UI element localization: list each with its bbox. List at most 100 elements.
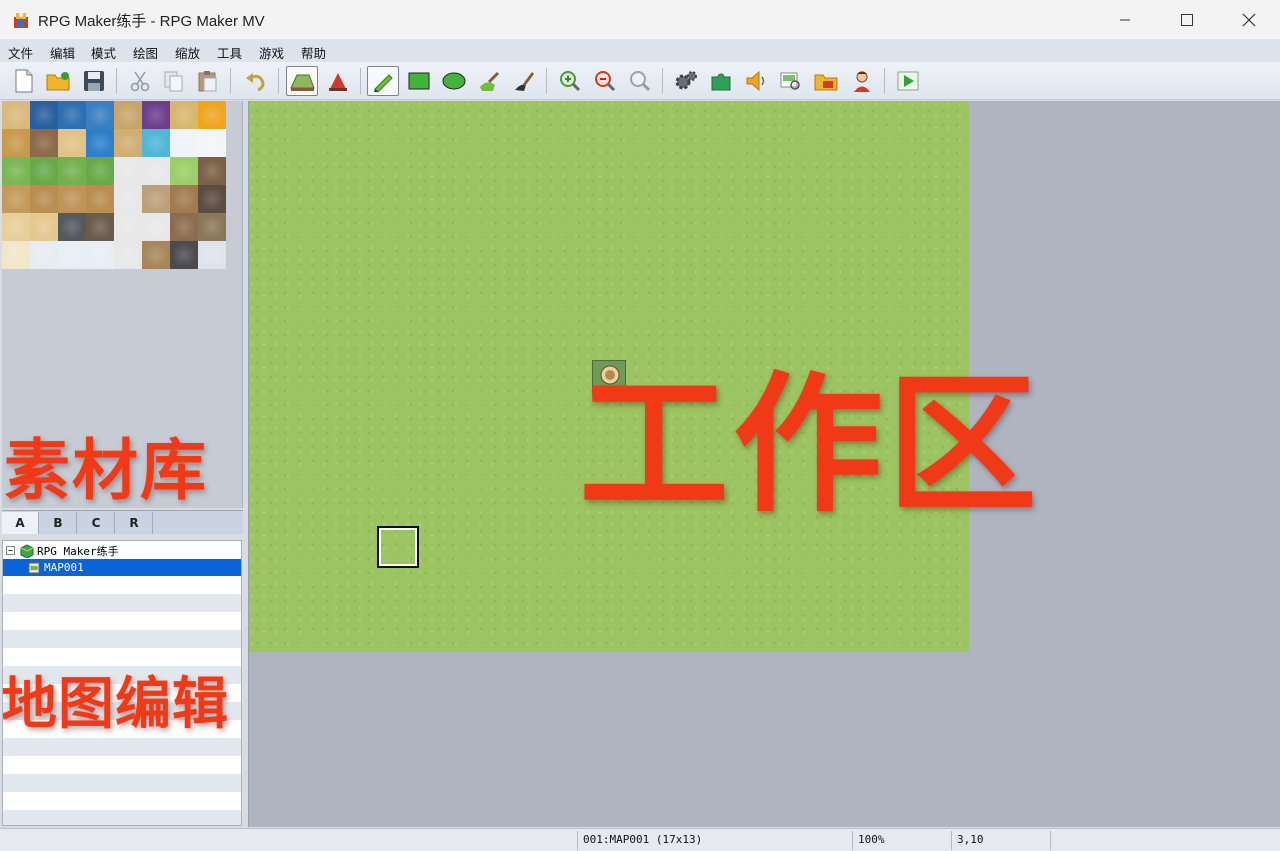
tile[interactable] <box>142 185 170 213</box>
open-project-icon <box>46 72 70 91</box>
tile[interactable] <box>114 157 142 185</box>
map-mode-button[interactable] <box>286 66 318 96</box>
copy-button[interactable] <box>158 66 190 96</box>
event-searcher-button[interactable] <box>775 66 807 96</box>
zoom-in-button[interactable] <box>554 66 586 96</box>
open-project-button[interactable] <box>42 66 74 96</box>
tile[interactable] <box>58 213 86 241</box>
playtest-button[interactable] <box>892 66 924 96</box>
close-button[interactable] <box>1218 0 1280 40</box>
tile[interactable] <box>86 241 114 269</box>
tile[interactable] <box>2 213 30 241</box>
tile[interactable] <box>86 185 114 213</box>
sound-test-button[interactable] <box>740 66 772 96</box>
tile[interactable] <box>198 157 226 185</box>
menu-mode[interactable]: 模式 <box>91 43 116 62</box>
menu-file[interactable]: 文件 <box>8 43 33 62</box>
tile[interactable] <box>114 129 142 157</box>
menu-tools[interactable]: 工具 <box>217 43 242 62</box>
tile[interactable] <box>30 157 58 185</box>
shadow-pen-button[interactable] <box>508 66 540 96</box>
tile-palette[interactable]: 素材库 <box>2 101 243 508</box>
collapse-icon[interactable] <box>6 545 16 556</box>
tab-a[interactable]: A <box>2 512 39 534</box>
tile[interactable] <box>114 185 142 213</box>
tile[interactable] <box>30 101 58 129</box>
character-generator-button[interactable] <box>846 66 878 96</box>
map-tree[interactable]: RPG Maker练手 MAP001 地图编辑 <box>2 540 242 826</box>
tile[interactable] <box>142 213 170 241</box>
tile[interactable] <box>142 157 170 185</box>
menu-draw[interactable]: 绘图 <box>133 43 158 62</box>
map-file-icon <box>28 562 40 573</box>
status-bar: 001:MAP001 (17x13) 100% 3,10 <box>0 828 1280 851</box>
tile[interactable] <box>86 157 114 185</box>
plugin-manager-button[interactable] <box>705 66 737 96</box>
tile[interactable] <box>170 241 198 269</box>
new-project-button[interactable] <box>8 66 40 96</box>
flood-fill-button[interactable] <box>473 66 505 96</box>
tile[interactable] <box>142 101 170 129</box>
menu-edit[interactable]: 编辑 <box>50 43 75 62</box>
tile[interactable] <box>142 129 170 157</box>
tile[interactable] <box>30 129 58 157</box>
menu-game[interactable]: 游戏 <box>259 43 284 62</box>
work-area[interactable]: 工作区 <box>248 101 1280 827</box>
tile[interactable] <box>170 157 198 185</box>
actual-size-button[interactable] <box>624 66 656 96</box>
database-button[interactable] <box>670 66 702 96</box>
tile[interactable] <box>58 101 86 129</box>
tile[interactable] <box>58 157 86 185</box>
tile[interactable] <box>2 241 30 269</box>
tile[interactable] <box>86 101 114 129</box>
tile[interactable] <box>142 241 170 269</box>
tile[interactable] <box>2 185 30 213</box>
tile[interactable] <box>86 213 114 241</box>
tile[interactable] <box>170 101 198 129</box>
tab-r[interactable]: R <box>116 512 153 534</box>
tile[interactable] <box>2 157 30 185</box>
ellipse-button[interactable] <box>438 66 470 96</box>
pencil-button[interactable] <box>367 66 399 96</box>
tile[interactable] <box>170 185 198 213</box>
undo-button[interactable] <box>240 66 272 96</box>
tile[interactable] <box>198 101 226 129</box>
status-separator <box>1050 831 1051 850</box>
tile[interactable] <box>2 129 30 157</box>
save-project-button[interactable] <box>78 66 110 96</box>
tile[interactable] <box>170 129 198 157</box>
tab-c[interactable]: C <box>78 512 115 534</box>
zoom-out-button[interactable] <box>589 66 621 96</box>
tile[interactable] <box>58 129 86 157</box>
tile[interactable] <box>30 241 58 269</box>
toolbar-separator <box>360 68 361 94</box>
tile[interactable] <box>198 241 226 269</box>
minimize-button[interactable] <box>1094 0 1156 40</box>
tile[interactable] <box>198 213 226 241</box>
tileset-grid[interactable] <box>2 101 228 271</box>
tile[interactable] <box>2 101 30 129</box>
rectangle-button[interactable] <box>403 66 435 96</box>
menu-scale[interactable]: 缩放 <box>175 43 200 62</box>
paste-button[interactable] <box>192 66 224 96</box>
resource-manager-button[interactable] <box>810 66 842 96</box>
menu-help[interactable]: 帮助 <box>301 43 326 62</box>
map-tree-overlay-label: 地图编辑 <box>2 672 229 737</box>
tree-project-row[interactable]: RPG Maker练手 <box>3 542 241 559</box>
tile[interactable] <box>58 185 86 213</box>
tile[interactable] <box>198 129 226 157</box>
tile[interactable] <box>114 241 142 269</box>
tile[interactable] <box>114 213 142 241</box>
tile[interactable] <box>58 241 86 269</box>
tile[interactable] <box>30 213 58 241</box>
tab-b[interactable]: B <box>40 512 77 534</box>
tile[interactable] <box>30 185 58 213</box>
event-mode-button[interactable] <box>322 66 354 96</box>
tile[interactable] <box>198 185 226 213</box>
cut-button[interactable] <box>124 66 156 96</box>
maximize-button[interactable] <box>1156 0 1218 40</box>
tile[interactable] <box>114 101 142 129</box>
tree-map-row[interactable]: MAP001 <box>3 559 241 576</box>
tile[interactable] <box>86 129 114 157</box>
tile[interactable] <box>170 213 198 241</box>
